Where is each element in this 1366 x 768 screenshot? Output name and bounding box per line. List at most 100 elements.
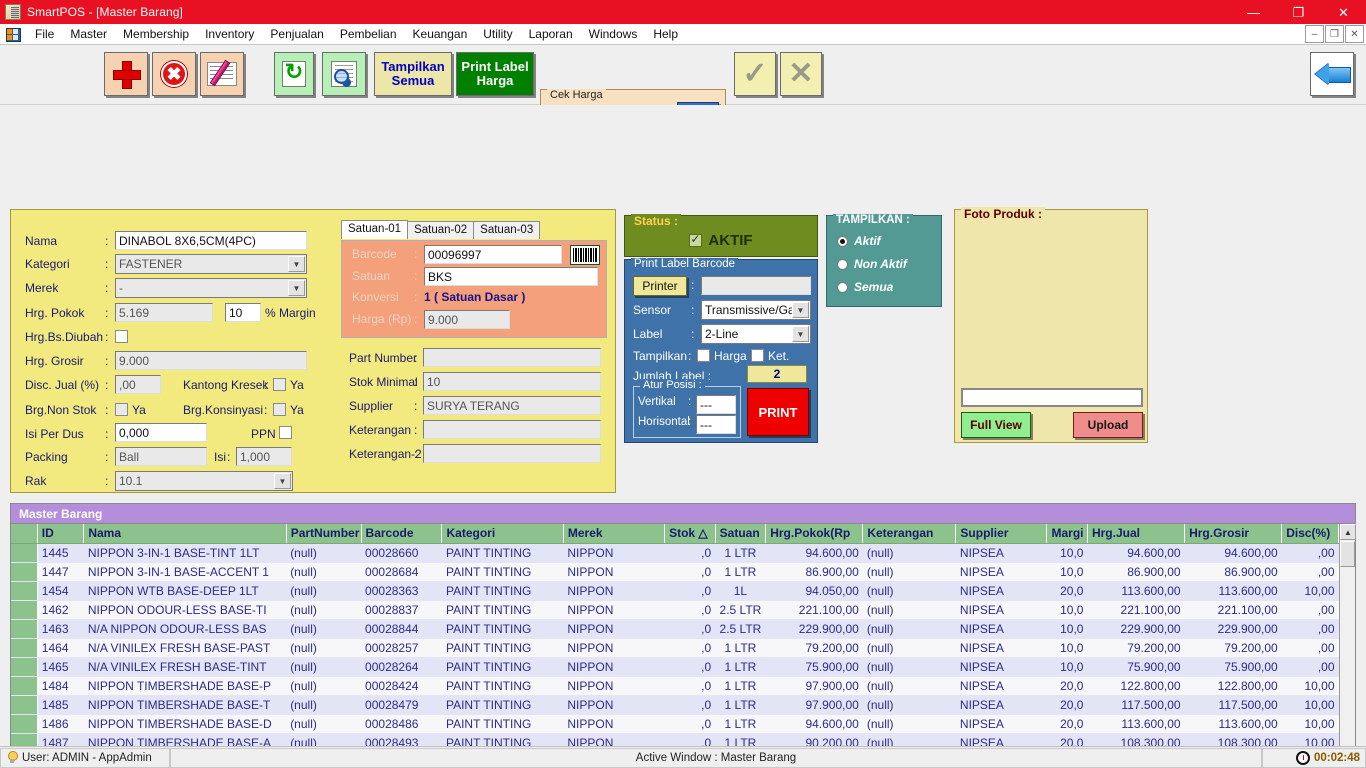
menu-item-membership[interactable]: Membership xyxy=(115,25,197,43)
input-margin[interactable]: 10 xyxy=(225,303,261,322)
input-isi[interactable]: 1,000 xyxy=(236,447,292,466)
input-stok-minimal[interactable]: 10 xyxy=(423,372,601,391)
checkbox-brg-non-stok[interactable] xyxy=(115,403,128,416)
row-selector[interactable] xyxy=(11,657,38,677)
menu-item-penjualan[interactable]: Penjualan xyxy=(262,25,331,43)
input-nama[interactable]: DINABOL 8X6,5CM(4PC) xyxy=(115,231,307,250)
row-selector[interactable] xyxy=(11,543,38,563)
table-row[interactable]: 1463 N/A NIPPON ODOUR-LESS BAS (null) 00028… xyxy=(11,619,1339,639)
scroll-up-icon[interactable]: ▲ xyxy=(1340,524,1356,540)
menu-item-master[interactable]: Master xyxy=(62,25,115,43)
search-button[interactable] xyxy=(322,52,366,96)
table-row[interactable]: 1447 NIPPON 3-IN-1 BASE-ACCENT 1 (null) 000… xyxy=(11,562,1339,582)
tab-satuan-01[interactable]: Satuan-01 xyxy=(341,220,409,239)
refresh-button[interactable] xyxy=(274,52,314,96)
foto-produk-preview[interactable] xyxy=(961,224,1141,386)
grid-col-hrggrosir[interactable]: Hrg.Grosir xyxy=(1184,524,1283,544)
grid-col-keterangan[interactable]: Keterangan xyxy=(862,524,957,544)
input-keterangan-2[interactable] xyxy=(423,444,601,463)
table-row[interactable]: 1486 NIPPON TIMBERSHADE BASE-D (null) 00028… xyxy=(11,714,1339,734)
table-row[interactable]: 1445 NIPPON 3-IN-1 BASE-TINT 1LT (null) 000… xyxy=(11,543,1339,563)
mdi-close-icon[interactable]: ✕ xyxy=(1345,25,1364,43)
menu-item-utility[interactable]: Utility xyxy=(475,25,520,43)
menu-item-pembelian[interactable]: Pembelian xyxy=(332,25,405,43)
select-label[interactable]: 2-Line ▼ xyxy=(701,324,811,344)
row-selector[interactable] xyxy=(11,562,38,582)
back-button[interactable] xyxy=(1310,52,1354,96)
table-row[interactable]: 1454 NIPPON WTB BASE-DEEP 1LT (null) 000283… xyxy=(11,581,1339,601)
tab-satuan-02[interactable]: Satuan-02 xyxy=(407,221,475,239)
grid-vertical-scrollbar[interactable]: ▲ ▼ xyxy=(1339,524,1356,768)
input-satuan[interactable]: BKS xyxy=(424,267,598,286)
grid-col-barcode[interactable]: Barcode xyxy=(361,524,443,544)
input-keterangan[interactable] xyxy=(423,420,601,439)
vertical-scroll-thumb[interactable] xyxy=(1340,541,1355,567)
confirm-button[interactable]: ✓ xyxy=(734,52,776,96)
row-selector[interactable] xyxy=(11,619,38,639)
menu-item-inventory[interactable]: Inventory xyxy=(197,25,262,43)
row-selector[interactable] xyxy=(11,600,38,620)
input-disc-jual[interactable]: ,00 xyxy=(115,375,161,394)
tampilkan-option-aktif[interactable]: Aktif xyxy=(837,234,881,248)
grid-col-stok[interactable]: Stok △ xyxy=(664,524,716,544)
input-supplier[interactable]: SURYA TERANG xyxy=(423,396,601,415)
grid-col-satuan[interactable]: Satuan xyxy=(715,524,767,544)
input-vertikal[interactable]: --- xyxy=(696,395,736,414)
row-selector[interactable] xyxy=(11,676,38,696)
checkbox-hrg-bs-diubah[interactable] xyxy=(115,330,128,343)
checkbox-tampilkan-ket[interactable] xyxy=(751,349,764,362)
table-row[interactable]: 1484 NIPPON TIMBERSHADE BASE-P (null) 00028… xyxy=(11,676,1339,696)
grid-col-hrgjual[interactable]: Hrg.Jual xyxy=(1087,524,1186,544)
checkbox-brg-konsinyasi[interactable] xyxy=(273,403,286,416)
input-jumlah-label[interactable]: 2 xyxy=(747,365,807,383)
edit-button[interactable] xyxy=(200,52,244,96)
print-button[interactable]: PRINT xyxy=(747,388,809,436)
table-row[interactable]: 1485 NIPPON TIMBERSHADE BASE-T (null) 00028… xyxy=(11,695,1339,715)
checkbox-aktif[interactable] xyxy=(689,232,703,247)
row-selector[interactable] xyxy=(11,695,38,715)
table-row[interactable]: 1465 N/A VINILEX FRESH BASE-TINT (null) 000… xyxy=(11,657,1339,677)
grid-col-margin[interactable]: Margi xyxy=(1046,524,1088,544)
menu-item-laporan[interactable]: Laporan xyxy=(521,25,581,43)
menu-item-keuangan[interactable]: Keuangan xyxy=(405,25,476,43)
input-barcode[interactable]: 00096997 xyxy=(424,245,562,264)
show-all-button[interactable]: Tampilkan Semua xyxy=(374,52,452,96)
grid-col-id[interactable]: ID xyxy=(37,524,85,544)
minimize-icon[interactable]: — xyxy=(1231,0,1276,24)
close-icon[interactable]: ✕ xyxy=(1321,0,1366,24)
row-selector[interactable] xyxy=(11,638,38,658)
grid-col-merek[interactable]: Merek xyxy=(563,524,666,544)
input-isi-per-dus[interactable]: 0,000 xyxy=(115,423,207,442)
barcode-icon[interactable] xyxy=(570,245,600,265)
checkbox-tampilkan-harga[interactable] xyxy=(697,349,710,362)
checkbox-ppn[interactable] xyxy=(279,426,292,439)
add-button[interactable] xyxy=(104,52,148,96)
input-harga-rp[interactable]: 9.000 xyxy=(424,310,510,329)
checkbox-kantong-kresek[interactable] xyxy=(273,378,286,391)
mdi-minimize-icon[interactable]: – xyxy=(1305,25,1324,43)
maximize-icon[interactable]: ❐ xyxy=(1276,0,1321,24)
grid-col-kategori[interactable]: Kategori xyxy=(441,524,564,544)
select-kategori[interactable]: FASTENER ▼ xyxy=(115,254,307,274)
tab-satuan-03[interactable]: Satuan-03 xyxy=(473,221,541,239)
print-price-label-button[interactable]: Print Label Harga xyxy=(456,52,534,96)
printer-button[interactable]: Printer xyxy=(633,276,687,296)
tampilkan-option-non-aktif[interactable]: Non Aktif xyxy=(837,257,907,271)
input-packing[interactable]: Ball xyxy=(115,447,207,466)
row-selector[interactable] xyxy=(11,714,38,734)
status-aktif-row[interactable]: AKTIF xyxy=(625,232,817,249)
input-foto-path[interactable] xyxy=(961,388,1143,407)
full-view-button[interactable]: Full View xyxy=(961,412,1031,438)
row-selector[interactable] xyxy=(11,581,38,601)
grid-col-hrgpokok[interactable]: Hrg.Pokok(Rp xyxy=(765,524,864,544)
tampilkan-option-semua[interactable]: Semua xyxy=(837,280,893,294)
table-row[interactable]: 1462 NIPPON ODOUR-LESS BASE-TI (null) 00028… xyxy=(11,600,1339,620)
input-printer[interactable] xyxy=(701,276,811,295)
menu-item-help[interactable]: Help xyxy=(645,25,686,43)
select-merek[interactable]: - ▼ xyxy=(115,278,307,298)
menu-item-file[interactable]: File xyxy=(27,25,62,43)
input-hrg-pokok[interactable]: 5.169 xyxy=(115,303,213,322)
grid-col-disc[interactable]: Disc(%) xyxy=(1281,524,1339,544)
grid-col-supplier[interactable]: Supplier xyxy=(955,524,1048,544)
select-sensor[interactable]: Transmissive/Gap ▼ xyxy=(701,300,811,320)
